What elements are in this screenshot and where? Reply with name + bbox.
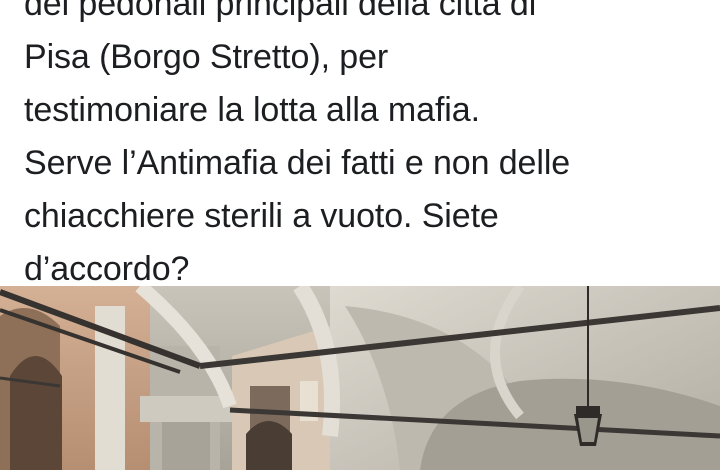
arcade-portico-photo	[0, 286, 720, 470]
post-text-line: Serve l’Antimafia dei fatti e non delle	[24, 144, 571, 182]
post-text-line: Pisa (Borgo Stretto), per	[24, 38, 389, 76]
post-text-line: chiacchiere sterili a vuoto. Siete	[24, 197, 499, 235]
post-text-line: testimoniare la lotta alla mafia.	[24, 91, 480, 129]
post-text: dei pedonali principali della città di P…	[24, 0, 714, 296]
post-photo[interactable]	[0, 286, 720, 470]
post-text-line: dei pedonali principali della città di	[24, 0, 537, 23]
